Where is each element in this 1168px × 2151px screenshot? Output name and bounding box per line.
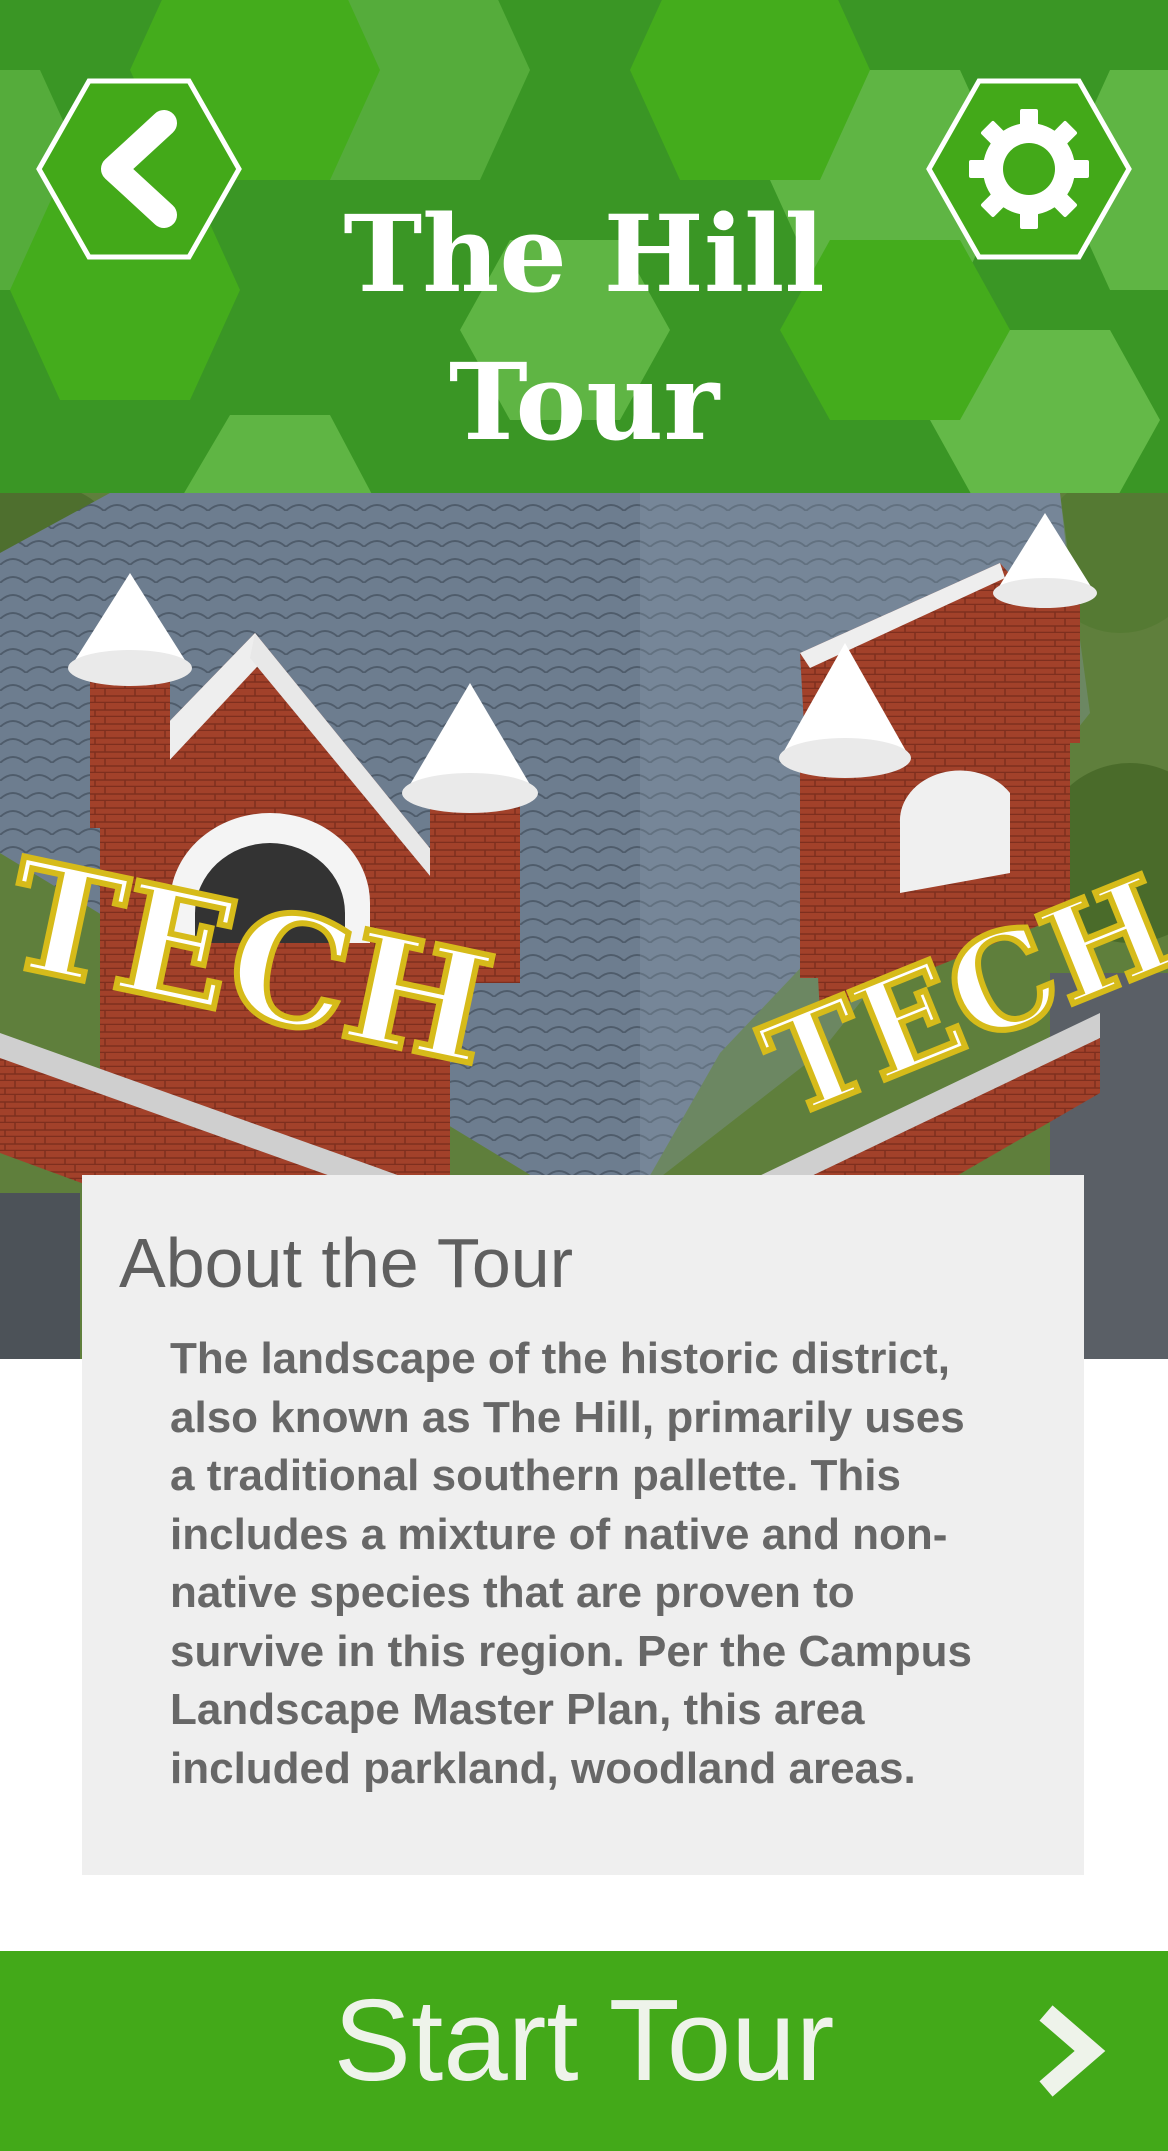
gear-icon — [926, 78, 1132, 260]
title-line-2: Tour — [448, 339, 720, 464]
chevron-right-icon — [1039, 2005, 1106, 2097]
start-tour-button[interactable]: Start Tour — [0, 1951, 1168, 2151]
title-line-1: The Hill — [343, 191, 825, 316]
app-header: The Hill Tour — [0, 0, 1168, 493]
back-button[interactable] — [34, 78, 244, 260]
settings-button[interactable] — [924, 78, 1134, 260]
start-tour-label: Start Tour — [333, 1975, 835, 2105]
about-heading: About the Tour — [119, 1224, 574, 1302]
about-card: About the Tour The landscape of the hist… — [82, 1175, 1084, 1875]
page-title: The Hill Tour — [250, 180, 918, 476]
chevron-left-icon — [36, 78, 242, 260]
about-body: The landscape of the historic district, … — [170, 1334, 972, 1793]
